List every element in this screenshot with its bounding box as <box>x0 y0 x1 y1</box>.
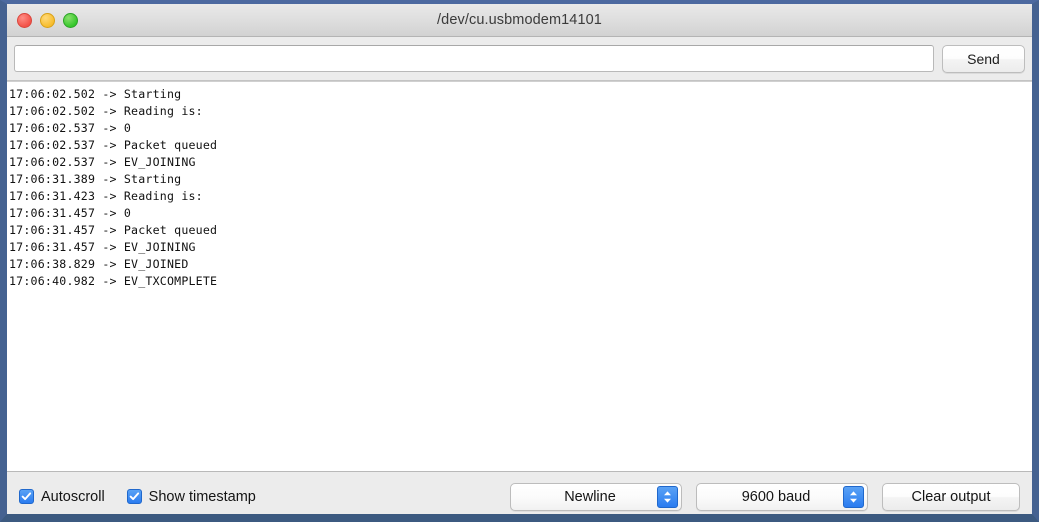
checkmark-icon[interactable] <box>19 489 34 504</box>
autoscroll-label: Autoscroll <box>41 488 105 505</box>
checkmark-icon[interactable] <box>126 489 142 504</box>
minimize-window-button[interactable] <box>40 12 55 28</box>
line-ending-selected-value: Newline <box>564 488 616 505</box>
send-button[interactable]: Send <box>942 44 1025 73</box>
log-line: 17:06:31.457 -> EV_JOINING <box>9 240 196 254</box>
bottom-toolbar: Autoscroll Show timestamp Newline 9600 b… <box>7 472 1032 514</box>
log-line: 17:06:02.537 -> EV_JOINING <box>9 155 196 169</box>
updown-chevron-icon[interactable] <box>843 485 864 508</box>
show-timestamp-checkbox-row[interactable]: Show timestamp <box>126 488 256 505</box>
log-line: 17:06:31.457 -> Packet queued <box>9 223 218 237</box>
clear-output-button[interactable]: Clear output <box>882 482 1020 511</box>
line-ending-select[interactable]: Newline <box>510 482 682 511</box>
log-line: 17:06:31.389 -> Starting <box>9 172 182 186</box>
log-line: 17:06:02.502 -> Starting <box>9 87 182 101</box>
log-line: 17:06:40.982 -> EV_TXCOMPLETE <box>9 274 218 288</box>
log-line: 17:06:31.423 -> Reading is: <box>9 189 203 203</box>
window-titlebar: /dev/cu.usbmodem14101 <box>7 4 1032 37</box>
maximize-window-button[interactable] <box>63 12 78 28</box>
log-line: 17:06:02.537 -> Packet queued <box>9 138 218 152</box>
log-line: 17:06:38.829 -> EV_JOINED <box>9 257 189 271</box>
window-title: /dev/cu.usbmodem14101 <box>437 12 602 28</box>
baud-rate-selected-value: 9600 baud <box>741 488 811 505</box>
checkbox-group: Autoscroll Show timestamp <box>19 489 256 505</box>
console-output-area[interactable]: 17:06:02.502 -> Starting 17:06:02.502 ->… <box>7 81 1032 472</box>
updown-chevron-icon[interactable] <box>657 485 678 508</box>
console-lines: 17:06:02.502 -> Starting 17:06:02.502 ->… <box>7 82 1032 290</box>
baud-rate-select[interactable]: 9600 baud <box>696 482 868 511</box>
autoscroll-checkbox-row[interactable]: Autoscroll <box>19 489 105 505</box>
toolbar-controls: Newline 9600 baud Clear output <box>510 482 1020 511</box>
show-timestamp-label: Show timestamp <box>148 488 256 505</box>
send-input[interactable] <box>14 45 934 72</box>
log-line: 17:06:31.457 -> 0 <box>9 206 132 220</box>
traffic-light-group <box>17 4 78 36</box>
close-window-button[interactable] <box>17 12 32 28</box>
send-bar: Send <box>7 37 1032 81</box>
log-line: 17:06:02.502 -> Reading is: <box>9 104 203 118</box>
log-line: 17:06:02.537 -> 0 <box>9 121 132 135</box>
serial-monitor-window: /dev/cu.usbmodem14101 Send 17:06:02.502 … <box>0 0 1039 522</box>
